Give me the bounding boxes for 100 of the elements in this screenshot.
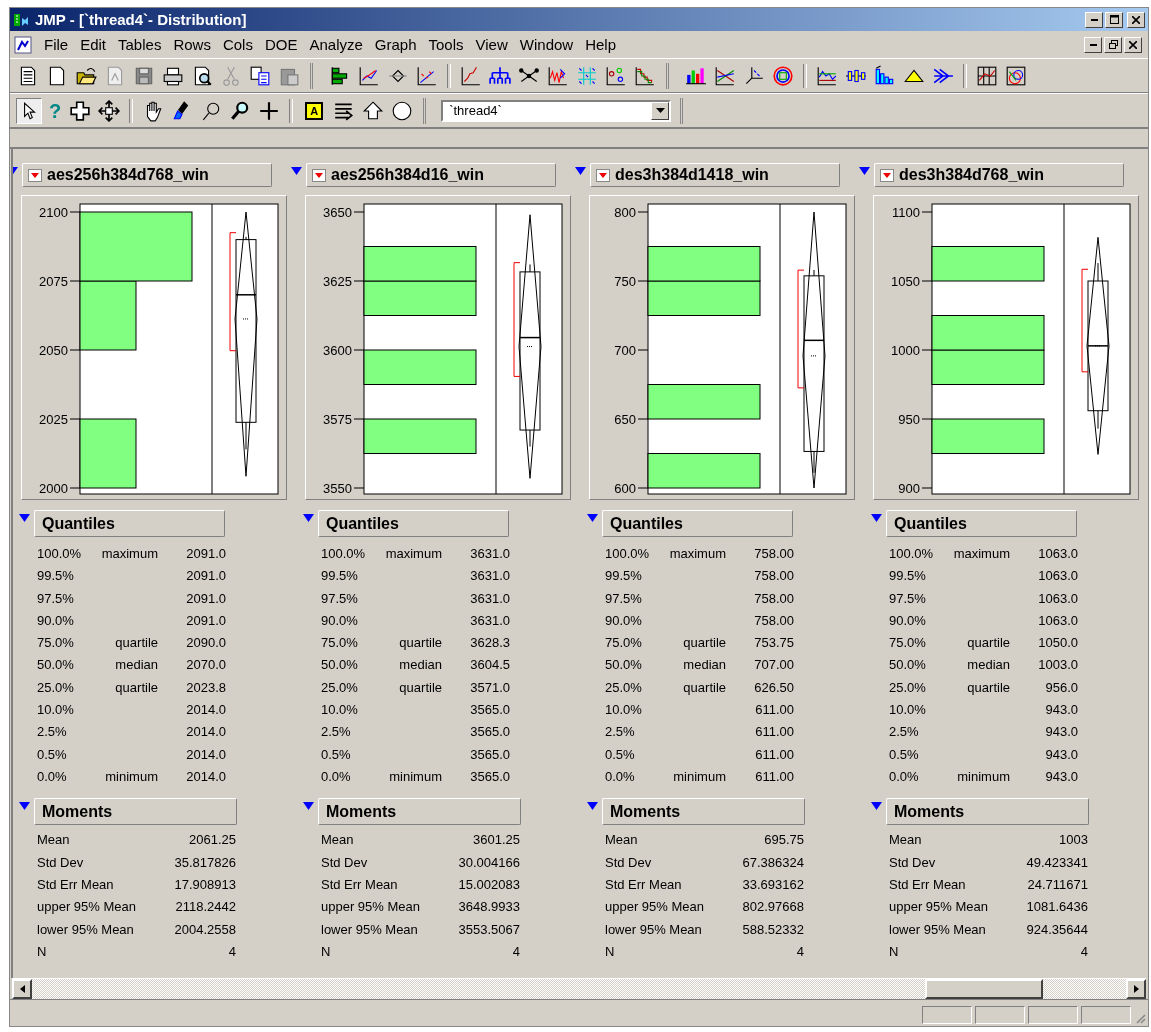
resize-grip-icon[interactable] [1134, 1012, 1146, 1024]
disclosure-triangle-icon[interactable] [303, 802, 314, 812]
percent-cell-text: 0.0% [605, 767, 636, 786]
close-button[interactable] [1127, 11, 1145, 28]
value-cell-text: 695.75 [763, 831, 804, 850]
moment-label: Std Err Mean [889, 876, 967, 895]
percent-cell-text: 25.0% [605, 678, 643, 697]
outline-header[interactable]: des3h384d768_win [874, 163, 1124, 187]
column-title: aes256h384d768_win [47, 166, 209, 184]
moment-label: Mean [37, 831, 71, 850]
value-cell-text: 2091.0 [185, 589, 226, 608]
close-icon [1129, 40, 1137, 49]
percent-cell-text: 0.5% [321, 745, 352, 764]
moment-label: Std Dev [605, 853, 653, 872]
disclosure-triangle-icon[interactable] [859, 167, 870, 176]
value-cell-text: 1081.6436 [1025, 898, 1088, 917]
outline-header[interactable]: aes256h384d16_win [306, 163, 556, 187]
y-tick-label: 900 [898, 480, 920, 496]
value-cell-text: 2061.25 [188, 831, 236, 850]
move-arrows-icon[interactable] [97, 98, 122, 123]
disclosure-triangle-icon[interactable] [871, 514, 882, 523]
quantile-label: minimum [104, 767, 158, 786]
outline-header[interactable]: aes256h384d768_win [22, 163, 272, 187]
dropdown-menu-icon[interactable] [596, 168, 610, 182]
column-title: aes256h384d16_win [331, 166, 484, 184]
moment-label: upper 95% Mean [321, 898, 421, 917]
section-header[interactable]: Moments [34, 798, 237, 826]
moment-label: Mean [321, 831, 355, 850]
section-header[interactable]: Quantiles [602, 510, 793, 537]
menu-item[interactable]: Help [579, 34, 622, 55]
value-cell-text: 2004.2558 [173, 920, 236, 939]
quantile-label: quartile [114, 634, 158, 653]
close-button[interactable] [1124, 36, 1142, 53]
dropdown-menu-icon[interactable] [28, 168, 42, 182]
value-cell-text: 1063.0 [1037, 589, 1078, 608]
target-icon[interactable] [771, 63, 795, 88]
menu-item[interactable]: View [469, 34, 514, 55]
menu-item[interactable]: Rows [167, 34, 217, 55]
status-pane [922, 1006, 972, 1024]
scroll-thumb[interactable] [925, 979, 1043, 999]
left-arrow-icon [19, 985, 25, 993]
section-header[interactable]: Quantiles [34, 510, 225, 537]
menu-item[interactable]: Analyze [303, 34, 369, 55]
moment-label: upper 95% Mean [37, 898, 137, 917]
section-header[interactable]: Moments [602, 798, 805, 826]
y-tick-label: 2050 [39, 342, 68, 358]
maximize-button[interactable] [1105, 11, 1123, 28]
percent-cell-text: 0.5% [605, 745, 636, 764]
menu-item[interactable]: Window [513, 34, 580, 55]
minimize-icon [1089, 43, 1097, 46]
y-tick-label: 3575 [323, 411, 352, 427]
annotate-button[interactable]: A [305, 101, 324, 120]
value-cell-text: 3565.0 [469, 723, 510, 742]
menu-item[interactable]: File [38, 34, 75, 55]
minimize-button[interactable] [1085, 11, 1103, 28]
percent-cell-text: 90.0% [321, 611, 359, 630]
value-cell-text: 49.423341 [1025, 853, 1088, 872]
disclosure-triangle-icon[interactable] [871, 802, 882, 812]
value-cell-text: 2014.0 [185, 767, 226, 786]
moment-label: Mean [605, 831, 639, 850]
disclosure-triangle-icon[interactable] [19, 802, 30, 812]
table-dropdown[interactable]: `thread4` [441, 99, 672, 122]
quantile-label: median [398, 656, 442, 675]
arrow-cursor-icon[interactable] [16, 97, 42, 124]
disclosure-triangle-icon[interactable] [587, 514, 598, 523]
y-tick-label: 650 [614, 411, 636, 427]
menu-item[interactable]: Graph [368, 34, 423, 55]
section-header[interactable]: Moments [318, 798, 521, 826]
percent-cell-text: 100.0% [37, 545, 83, 563]
scroll-left-button[interactable] [12, 979, 32, 999]
disclosure-triangle-icon[interactable] [303, 514, 314, 523]
value-cell-text: 3631.0 [469, 545, 510, 563]
menu-item[interactable]: Edit [74, 34, 113, 55]
dropdown-menu-icon[interactable] [880, 168, 894, 182]
menu-item[interactable]: DOE [258, 34, 304, 55]
outline-header[interactable]: des3h384d1418_win [590, 163, 840, 187]
value-cell-text: 1063.0 [1037, 611, 1078, 630]
window-title: JMP - [`thread4`- Distribution] [35, 11, 247, 28]
disclosure-triangle-icon[interactable] [575, 167, 586, 176]
scroll-right-button[interactable] [1126, 979, 1146, 999]
section-header[interactable]: Moments [886, 798, 1089, 826]
value-cell-text: 758.00 [753, 567, 794, 586]
menu-item[interactable]: Tables [112, 34, 168, 55]
minimize-button[interactable] [1084, 36, 1102, 53]
disclosure-triangle-icon[interactable] [291, 167, 302, 176]
section-header[interactable]: Quantiles [886, 510, 1077, 537]
move-cross-icon[interactable] [68, 98, 93, 123]
menu-item[interactable]: Tools [422, 34, 470, 55]
restore-button[interactable] [1104, 36, 1122, 53]
value-cell-text: 943.0 [1044, 701, 1078, 720]
menu-item[interactable]: Cols [216, 34, 259, 55]
value-cell-text: 924.35644 [1025, 920, 1088, 939]
disclosure-triangle-icon[interactable] [587, 802, 598, 812]
value-cell-text: 943.0 [1044, 745, 1078, 764]
section-header[interactable]: Quantiles [318, 510, 509, 537]
moment-label: Std Dev [321, 853, 369, 872]
disclosure-triangle-icon[interactable] [19, 514, 30, 523]
document-window-icon[interactable] [14, 35, 32, 54]
value-cell-text: 3648.9933 [457, 898, 520, 917]
dropdown-menu-icon[interactable] [312, 168, 326, 182]
